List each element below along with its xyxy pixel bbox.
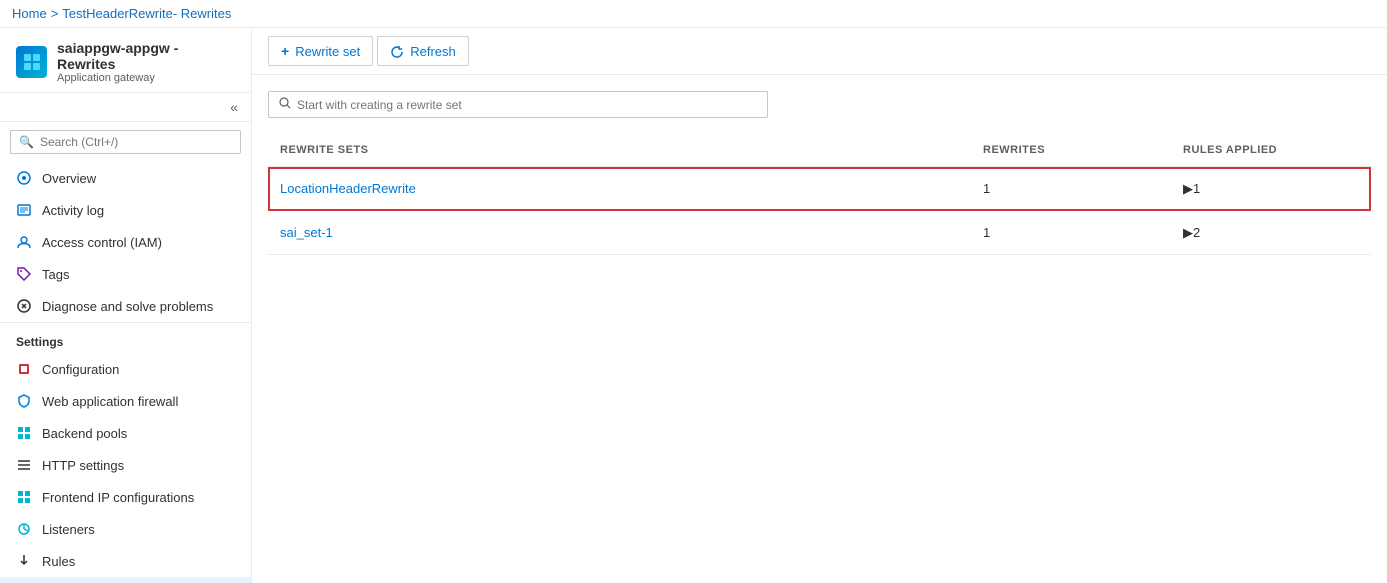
breadcrumb-current: TestHeaderRewrite- Rewrites: [62, 6, 231, 21]
sidebar-item-http-settings[interactable]: HTTP settings: [0, 449, 251, 481]
cell-rewrite-set-name-2[interactable]: sai_set-1: [268, 217, 971, 248]
app-icon: [16, 46, 47, 78]
table-row[interactable]: LocationHeaderRewrite 1 ▶1: [268, 167, 1371, 211]
col-header-rewrite-sets: REWRITE SETS: [268, 140, 971, 160]
sidebar-search-box[interactable]: 🔍: [10, 130, 241, 154]
sidebar-item-tags-label: Tags: [42, 267, 69, 282]
refresh-button[interactable]: Refresh: [377, 36, 469, 66]
breadcrumb: Home > TestHeaderRewrite- Rewrites: [0, 0, 1387, 28]
sidebar-item-frontend-ip[interactable]: Frontend IP configurations: [0, 481, 251, 513]
sidebar-header: saiappgw-appgw - Rewrites Application ga…: [0, 28, 251, 93]
diagnose-icon: [16, 298, 32, 314]
rules-icon: [16, 553, 32, 569]
app-title: saiappgw-appgw - Rewrites: [57, 40, 235, 72]
sidebar-item-waf-label: Web application firewall: [42, 394, 178, 409]
activity-log-icon: [16, 202, 32, 218]
col-header-rewrites: REWRITES: [971, 140, 1171, 160]
cell-rewrites-2: 1: [971, 217, 1171, 248]
http-settings-icon: [16, 457, 32, 473]
sidebar-item-listeners[interactable]: Listeners: [0, 513, 251, 545]
tags-icon: [16, 266, 32, 282]
access-control-icon: [16, 234, 32, 250]
sidebar-item-activity-log[interactable]: Activity log: [0, 194, 251, 226]
rewrite-sets-table: REWRITE SETS REWRITES RULES APPLIED Loca…: [268, 134, 1371, 255]
sidebar-item-http-settings-label: HTTP settings: [42, 458, 124, 473]
search-icon: 🔍: [19, 135, 34, 149]
backend-pools-icon: [16, 425, 32, 441]
sidebar-nav: Overview Activity log Access control (IA…: [0, 162, 251, 583]
sidebar-item-rules[interactable]: Rules: [0, 545, 251, 577]
listeners-icon: [16, 521, 32, 537]
filter-input[interactable]: [297, 98, 757, 112]
breadcrumb-sep: >: [51, 6, 59, 21]
sidebar-item-listeners-label: Listeners: [42, 522, 95, 537]
cell-rewrites-1: 1: [971, 173, 1171, 204]
filter-box[interactable]: [268, 91, 768, 118]
search-input[interactable]: [40, 135, 232, 149]
rewrite-set-button[interactable]: + Rewrite set: [268, 36, 373, 66]
overview-icon: [16, 170, 32, 186]
sidebar: saiappgw-appgw - Rewrites Application ga…: [0, 28, 252, 583]
sidebar-item-configuration[interactable]: Configuration: [0, 353, 251, 385]
sidebar-item-access-control-label: Access control (IAM): [42, 235, 162, 250]
breadcrumb-home[interactable]: Home: [12, 6, 47, 21]
cell-rules-applied-1: ▶1: [1171, 173, 1371, 205]
configuration-icon: [16, 361, 32, 377]
sidebar-item-backend-pools-label: Backend pools: [42, 426, 127, 441]
sidebar-item-diagnose[interactable]: Diagnose and solve problems: [0, 290, 251, 322]
refresh-label: Refresh: [410, 44, 456, 59]
cell-rules-applied-2: ▶2: [1171, 217, 1371, 249]
collapse-button[interactable]: «: [224, 97, 244, 117]
cell-rewrite-set-name-1[interactable]: LocationHeaderRewrite: [268, 173, 971, 204]
frontend-ip-icon: [16, 489, 32, 505]
sidebar-item-backend-pools[interactable]: Backend pools: [0, 417, 251, 449]
sidebar-header-text: saiappgw-appgw - Rewrites Application ga…: [57, 40, 235, 84]
sidebar-item-access-control[interactable]: Access control (IAM): [0, 226, 251, 258]
waf-icon: [16, 393, 32, 409]
rewrite-set-label: Rewrite set: [295, 44, 360, 59]
table-row[interactable]: sai_set-1 1 ▶2: [268, 211, 1371, 255]
col-header-rules-applied: RULES APPLIED: [1171, 140, 1371, 160]
toolbar: + Rewrite set Refresh: [252, 28, 1387, 75]
sidebar-item-tags[interactable]: Tags: [0, 258, 251, 290]
sidebar-item-waf[interactable]: Web application firewall: [0, 385, 251, 417]
refresh-icon: [390, 43, 404, 59]
sidebar-item-configuration-label: Configuration: [42, 362, 119, 377]
table-header: REWRITE SETS REWRITES RULES APPLIED: [268, 134, 1371, 167]
sidebar-item-diagnose-label: Diagnose and solve problems: [42, 299, 213, 314]
app-subtitle: Application gateway: [57, 72, 235, 84]
sidebar-item-overview[interactable]: Overview: [0, 162, 251, 194]
sidebar-item-frontend-ip-label: Frontend IP configurations: [42, 490, 194, 505]
content-body: REWRITE SETS REWRITES RULES APPLIED Loca…: [252, 75, 1387, 583]
filter-search-icon: [279, 97, 291, 112]
sidebar-item-activity-log-label: Activity log: [42, 203, 104, 218]
sidebar-item-overview-label: Overview: [42, 171, 96, 186]
sidebar-collapse-bar: «: [0, 93, 252, 122]
main-content: + Rewrite set Refresh: [252, 28, 1387, 583]
sidebar-item-rewrites[interactable]: Rewrites: [0, 577, 251, 583]
settings-section-label: Settings: [0, 322, 251, 353]
sidebar-item-rules-label: Rules: [42, 554, 75, 569]
plus-icon: +: [281, 43, 289, 59]
